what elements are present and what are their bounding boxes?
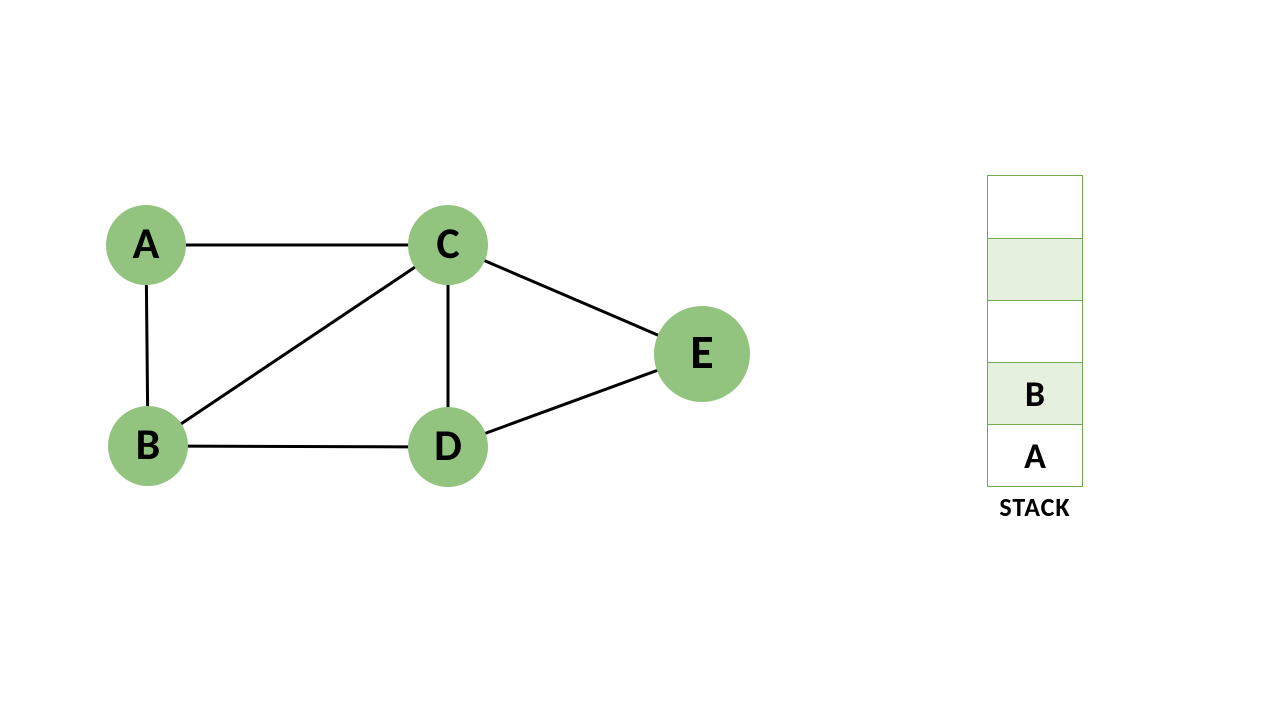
stack-cell-0	[988, 176, 1082, 238]
stack: B A	[987, 175, 1083, 487]
graph-node-C-label: C	[436, 221, 459, 265]
stack-cell-3: B	[988, 362, 1082, 424]
graph-node-D-label: D	[434, 423, 462, 467]
graph-node-E-label: E	[690, 328, 713, 376]
stack-cell-1	[988, 238, 1082, 300]
stack-cell-2	[988, 300, 1082, 362]
stack-label: STACK	[987, 491, 1083, 523]
graph-node-C: C	[408, 205, 488, 285]
graph-node-A-label: A	[133, 221, 160, 265]
graph-edges	[0, 0, 1280, 720]
diagram-canvas: A B C D E B A STACK	[0, 0, 1280, 720]
graph-node-E: E	[654, 306, 750, 402]
graph-node-B: B	[108, 406, 188, 486]
graph-node-B-label: B	[136, 422, 161, 466]
stack-cell-3-value: B	[1025, 372, 1045, 416]
stack-cell-4: A	[988, 424, 1082, 486]
graph-node-D: D	[408, 407, 488, 487]
stack-cell-4-value: A	[1024, 434, 1046, 478]
graph-node-A: A	[106, 205, 186, 285]
